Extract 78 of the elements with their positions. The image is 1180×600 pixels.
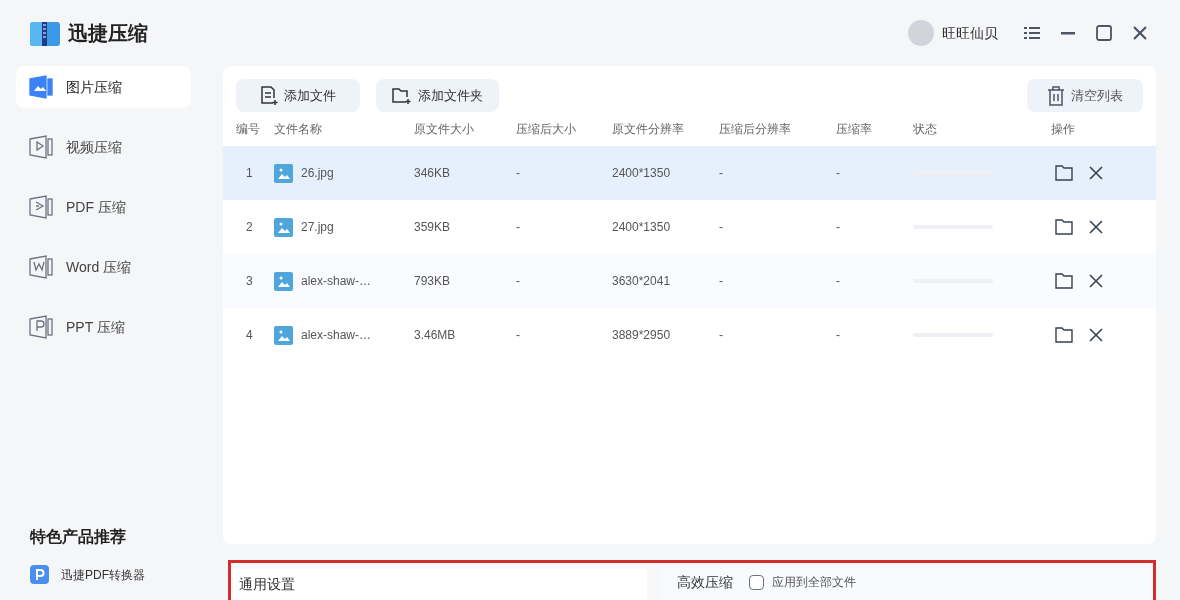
table-cell-text: 793KB [414,273,451,290]
row-number: 1 [245,165,253,182]
folder-icon[interactable] [1055,219,1073,235]
add-file-button[interactable]: 添加文件 [236,79,360,112]
section-title: 高效压缩 [677,573,733,592]
folder-icon[interactable] [1055,165,1073,181]
zip-folder-logo-icon [30,20,60,46]
add-folder-icon [392,86,412,105]
table-cell-text: - [836,327,840,344]
image-file-icon [274,325,293,345]
table-cell-text: 2400*1350 [612,165,671,182]
image-file-icon [274,217,293,237]
table-cell-text: 346KB [414,165,451,182]
sidebar-item[interactable]: 视频压缩 [16,126,191,168]
table-cell-text: - [516,165,520,182]
row-number: 3 [245,273,253,290]
close-icon[interactable] [1089,166,1103,180]
table-cell-text: - [516,327,520,344]
sidebar-item[interactable]: PDF 压缩 [16,186,191,228]
column-header: 原文件分辨率 [612,121,684,138]
table-cell-text: - [719,165,723,182]
column-header: 原文件大小 [414,121,474,138]
folder-icon[interactable] [1055,327,1073,343]
promo-link[interactable]: 迅捷PDF转换器 [16,565,207,584]
sidebar-item[interactable]: 图片压缩 [16,66,191,108]
table-cell-text: - [836,165,840,182]
sidebar-item[interactable]: Word 压缩 [16,246,191,288]
close-icon[interactable] [1089,274,1103,288]
pdf-compress-icon [28,194,54,220]
clear-list-button[interactable]: 清空列表 [1027,79,1143,112]
column-header: 压缩后大小 [516,121,576,138]
maximize-icon[interactable] [1094,23,1114,43]
file-name: 26.jpg [301,165,334,182]
section-title: 通用设置 [239,576,295,592]
table-cell-text: 2400*1350 [612,219,671,236]
column-header: 操作 [1051,121,1075,138]
table-cell-text: - [719,273,723,290]
image-file-icon [274,163,293,183]
file-name: alex-shaw-… [301,327,372,344]
row-number: 4 [245,327,253,344]
folder-icon[interactable] [1055,273,1073,289]
row-number: 2 [245,219,253,236]
table-cell-text: - [719,219,723,236]
table-cell-text: - [516,273,520,290]
file-name: alex-shaw-… [301,273,372,290]
close-icon[interactable] [1089,328,1103,342]
table-cell-text: 3889*2950 [612,327,671,344]
trash-icon [1047,85,1065,106]
image-file-icon [274,271,293,291]
add-document-icon [260,85,278,106]
promo-title: 特色产品推荐 [29,527,127,547]
sidebar-item[interactable]: PPT 压缩 [16,306,191,348]
add-folder-button[interactable]: 添加文件夹 [376,79,499,112]
video-compress-icon [28,134,54,160]
close-icon[interactable] [1089,220,1103,234]
file-row[interactable]: 1 26.jpg 346KB - 2400*1350 - - [223,146,1156,200]
p-letter-app-icon [30,565,49,584]
table-cell-text: 3630*2041 [612,273,671,290]
table-cell-text: - [516,219,520,236]
user-name: 旺旺仙贝 [942,23,998,43]
table-cell-text: - [836,273,840,290]
file-name: 27.jpg [301,219,334,236]
ppt-compress-icon [28,314,54,340]
column-header: 状态 [913,121,937,138]
column-header: 压缩率 [836,121,872,138]
table-cell-text: - [836,219,840,236]
app-title: 迅捷压缩 [68,21,148,46]
column-header: 编号 [236,121,260,138]
user-avatar [908,20,934,46]
word-compress-icon [28,254,54,280]
column-header: 压缩后分辨率 [719,121,791,138]
file-row[interactable]: 3 alex-shaw-… 793KB - 3630*2041 - - [223,254,1156,308]
table-cell-text: 3.46MB [414,327,456,344]
column-header: 文件名称 [274,121,322,138]
image-compress-icon [28,74,54,100]
table-cell-text: - [719,327,723,344]
table-cell-text: 359KB [414,219,451,236]
apply-all-checkbox[interactable]: 应用到全部文件 [749,573,856,591]
